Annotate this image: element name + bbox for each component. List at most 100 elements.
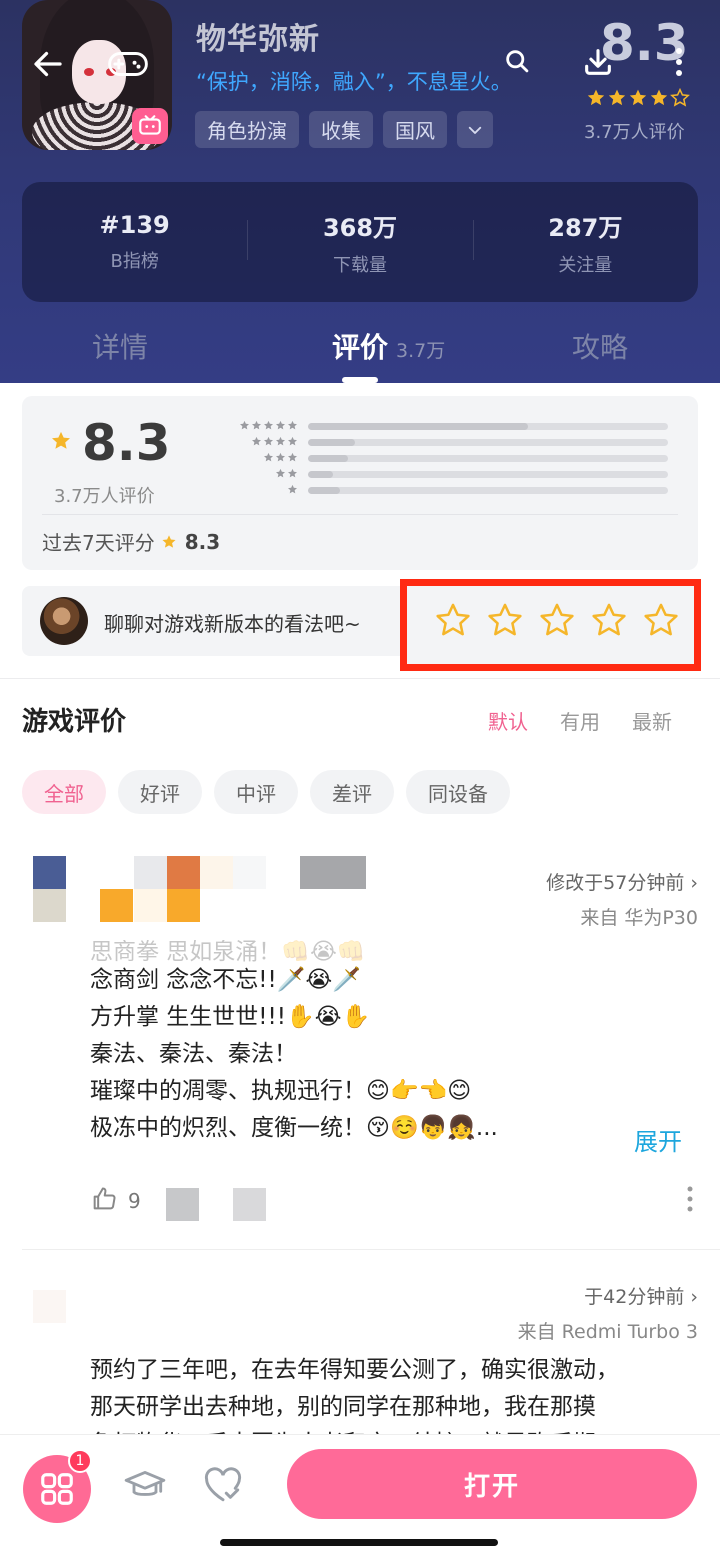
star-icon [162, 534, 176, 548]
thumbs-down-icon[interactable] [166, 1188, 199, 1221]
heart-check-icon[interactable] [200, 1465, 246, 1505]
star-icon [276, 452, 285, 462]
review-line: 极冻中的炽烈、度衡一统！😚☺️👦👧... [90, 1115, 498, 1141]
tag-item[interactable]: 收集 [309, 111, 373, 148]
distribution-fill [308, 455, 348, 462]
review-line: 璀璨中的凋零、执规迅行！😊👉👈😊 [90, 1078, 472, 1104]
star-icon [608, 89, 626, 106]
search-icon[interactable] [500, 44, 534, 78]
rate-star-5-icon[interactable] [642, 600, 680, 640]
filter-positive[interactable]: 好评 [118, 770, 202, 814]
star-group [263, 452, 298, 463]
star-icon [276, 468, 285, 478]
rate-star-4-icon[interactable] [590, 600, 628, 640]
rate-star-3-icon[interactable] [538, 600, 576, 640]
distribution-fill [308, 487, 341, 494]
tag-item[interactable]: 国风 [383, 111, 447, 148]
star-icon [288, 468, 297, 478]
home-indicator [220, 1539, 498, 1546]
rating-summary-card: 8.3 3.7万人评价 过去7天评分 8.3 [22, 396, 698, 570]
user-level-pixel [167, 889, 200, 922]
thumbs-up-icon[interactable] [90, 1185, 118, 1217]
chevron-right-icon: › [690, 872, 698, 894]
graduation-cap-icon[interactable] [122, 1465, 168, 1505]
tab-reviews[interactable]: 评价 3.7万 [332, 326, 445, 366]
download-icon[interactable] [578, 42, 618, 82]
user-level-pixel [134, 889, 167, 922]
star-icon [288, 436, 297, 446]
review-body[interactable]: 思商拳 思如泉涌！👊😭👊 念商剑 念念不忘!!🗡️😭🗡️ 方升掌 生生世世!!!… [90, 940, 498, 1147]
star-icon [288, 452, 297, 462]
app-header: 物华弥新 “保护，消除，融入”，不息星火。 角色扮演 收集 国风 8.3 3.7… [0, 0, 720, 383]
header-rating-count: 3.7万人评价 [584, 122, 685, 143]
gamepad-icon[interactable] [104, 44, 152, 84]
rate-stars [434, 600, 680, 640]
rating-count: 3.7万人评价 [54, 486, 155, 507]
tab-details[interactable]: 详情 [92, 326, 148, 366]
star-icon [240, 420, 249, 430]
star-icon [276, 436, 285, 446]
stat-rank[interactable]: #139 B指榜 [22, 211, 247, 273]
weekly-score: 过去7天评分 8.3 [42, 527, 220, 556]
app-slogan: “保护，消除，融入”，不息星火。 [196, 70, 512, 94]
distribution-row-5-star [222, 418, 672, 434]
expand-link[interactable]: 展开 [634, 1122, 682, 1157]
star-icon [288, 484, 297, 494]
comment-icon[interactable] [233, 1188, 266, 1221]
like-count: 9 [128, 1189, 141, 1213]
open-button[interactable]: 打开 [287, 1449, 697, 1519]
header-star-rating [586, 88, 690, 108]
app-title: 物华弥新 [196, 22, 320, 57]
rating-score: 8.3 [82, 414, 171, 472]
star-icon [52, 431, 70, 449]
review-meta[interactable]: 于42分钟前 › 来自 Redmi Turbo 3 [518, 1282, 698, 1344]
bilibili-tv-icon [132, 108, 168, 144]
stats-panel: #139 B指榜 368万 下载量 287万 关注量 [22, 182, 698, 302]
tab-indicator [342, 377, 378, 383]
review-line: 念商剑 念念不忘!!🗡️😭🗡️ [90, 967, 361, 993]
rate-star-1-icon[interactable] [434, 600, 472, 640]
weekly-score-value: 8.3 [184, 529, 221, 554]
review-device: 来自 Redmi Turbo 3 [517, 1321, 698, 1343]
review-time: 修改于57分钟前 [546, 872, 685, 894]
tab-guides[interactable]: 攻略 [572, 326, 628, 366]
sort-default[interactable]: 默认 [488, 706, 528, 735]
sort-latest[interactable]: 最新 [632, 706, 672, 735]
review-line: 那天研学出去种地，别的同学在那种地，我在那摸 [90, 1394, 596, 1420]
star-icon [264, 420, 273, 430]
star-icon [276, 420, 285, 430]
star-icon [252, 436, 261, 446]
review-prompt-text: 聊聊对游戏新版本的看法吧~ [104, 612, 361, 636]
more-vertical-icon[interactable] [686, 1186, 694, 1216]
distribution-row-1-star [222, 482, 672, 498]
avatar[interactable] [33, 856, 66, 889]
filter-same-device[interactable]: 同设备 [406, 770, 510, 814]
distribution-bar [308, 439, 668, 446]
section-divider [0, 678, 720, 679]
distribution-bar [308, 487, 668, 494]
stat-follows: 287万 关注量 [472, 208, 698, 277]
filter-neutral[interactable]: 中评 [214, 770, 298, 814]
back-arrow-icon[interactable] [26, 42, 70, 86]
more-vertical-icon[interactable] [668, 44, 690, 80]
distribution-bar [308, 471, 668, 478]
notification-badge: 1 [68, 1449, 92, 1473]
chevron-right-icon: › [690, 1286, 698, 1308]
star-icon [264, 452, 273, 462]
sort-useful[interactable]: 有用 [560, 706, 600, 735]
rating-distribution [222, 418, 672, 498]
bottom-bar: 1 打开 [0, 1434, 720, 1556]
filter-all[interactable]: 全部 [22, 770, 106, 814]
avatar[interactable] [33, 1290, 66, 1323]
chevron-down-icon[interactable] [457, 111, 493, 148]
tab-bar: 详情 评价 3.7万 攻略 [0, 318, 720, 383]
distribution-fill [308, 439, 355, 446]
star-group [251, 436, 298, 447]
filter-negative[interactable]: 差评 [310, 770, 394, 814]
review-meta[interactable]: 修改于57分钟前 › 来自 华为P30 [546, 868, 698, 930]
rate-star-2-icon[interactable] [486, 600, 524, 640]
star-outline-icon [670, 88, 690, 107]
grid-icon [41, 1473, 73, 1505]
tag-item[interactable]: 角色扮演 [195, 111, 299, 148]
distribution-row-4-star [222, 434, 672, 450]
